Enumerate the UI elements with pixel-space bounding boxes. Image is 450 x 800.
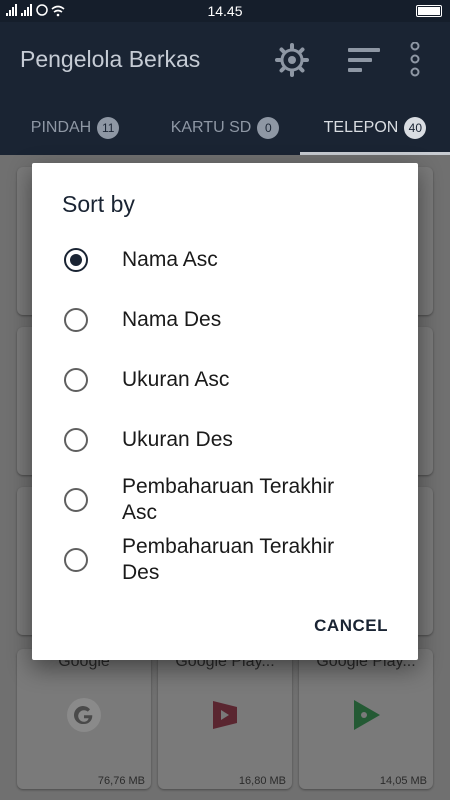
dialog-title: Sort by <box>62 191 135 217</box>
radio-selected-icon[interactable] <box>64 248 88 272</box>
option-label: Ukuran Des <box>122 428 233 451</box>
sort-option-ukuran-des[interactable]: Ukuran Des <box>32 410 418 470</box>
option-label: Ukuran Asc <box>122 368 230 391</box>
radio-unselected-icon[interactable] <box>64 488 88 512</box>
radio-unselected-icon[interactable] <box>64 308 88 332</box>
sort-dialog: Sort by Nama Asc Nama Des Ukuran Asc Uku… <box>32 163 418 660</box>
option-label: Nama Des <box>122 308 222 331</box>
option-label: Pembaharuan Terakhir Asc <box>122 475 335 524</box>
cancel-button[interactable]: CANCEL <box>314 616 388 636</box>
option-label: Nama Asc <box>122 248 218 271</box>
sort-option-ukuran-asc[interactable]: Ukuran Asc <box>32 350 418 410</box>
radio-unselected-icon[interactable] <box>64 428 88 452</box>
option-label: Pembaharuan Terakhir Des <box>122 535 335 584</box>
sort-option-pembaharuan-asc[interactable]: Pembaharuan Terakhir Asc <box>32 470 418 530</box>
radio-unselected-icon[interactable] <box>64 368 88 392</box>
sort-option-nama-des[interactable]: Nama Des <box>32 290 418 350</box>
radio-unselected-icon[interactable] <box>64 548 88 572</box>
sort-option-pembaharuan-des[interactable]: Pembaharuan Terakhir Des <box>32 530 418 590</box>
sort-option-nama-asc[interactable]: Nama Asc <box>32 230 418 290</box>
